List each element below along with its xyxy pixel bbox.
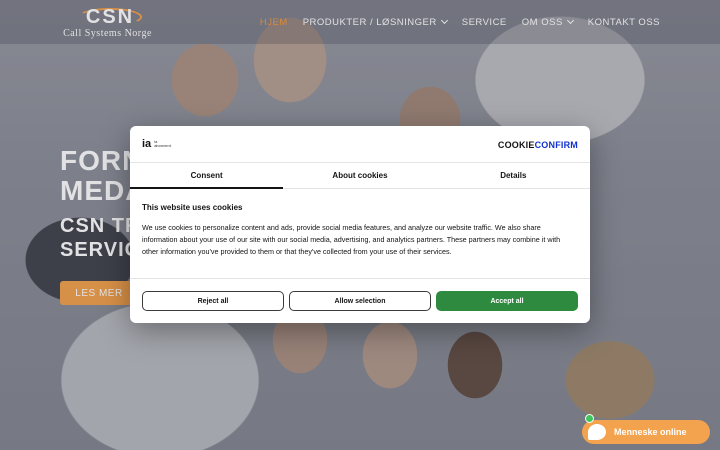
accept-all-button[interactable]: Accept all xyxy=(436,291,578,311)
tab-about-cookies[interactable]: About cookies xyxy=(283,163,436,188)
dialog-divider xyxy=(130,278,590,279)
cookieconfirm-logo-o: O xyxy=(504,140,512,150)
cookieconfirm-logo-part: CONFIRM xyxy=(534,140,578,150)
brand-small-line: abonnent xyxy=(154,143,171,148)
site-brand-logo: ia ia abonnent xyxy=(142,138,171,150)
brand-mark: ia xyxy=(142,138,152,150)
dialog-tabs: Consent About cookies Details xyxy=(130,162,590,189)
reject-all-button[interactable]: Reject all xyxy=(142,291,284,311)
dialog-body-text: We use cookies to personalize content an… xyxy=(142,223,561,256)
chat-bubble-icon xyxy=(588,424,606,440)
brand-small-text: ia abonnent xyxy=(154,139,171,149)
tab-consent[interactable]: Consent xyxy=(130,163,284,189)
dialog-heading: This website uses cookies xyxy=(142,203,243,212)
dialog-header: ia ia abonnent COOKIECONFIRM xyxy=(130,126,590,162)
cookieconfirm-logo-part: C xyxy=(497,140,505,150)
cookie-consent-dialog: ia ia abonnent COOKIECONFIRM Consent Abo… xyxy=(130,126,590,323)
cookieconfirm-logo-part: OKIE xyxy=(511,140,535,150)
chat-label: Menneske online xyxy=(614,427,687,437)
chat-widget-button[interactable]: Menneske online xyxy=(582,420,710,444)
dialog-button-row: Reject all Allow selection Accept all xyxy=(142,291,578,311)
cookieconfirm-logo[interactable]: COOKIECONFIRM xyxy=(498,140,578,150)
tab-details[interactable]: Details xyxy=(437,163,590,188)
allow-selection-button[interactable]: Allow selection xyxy=(289,291,431,311)
online-status-dot xyxy=(585,414,594,423)
